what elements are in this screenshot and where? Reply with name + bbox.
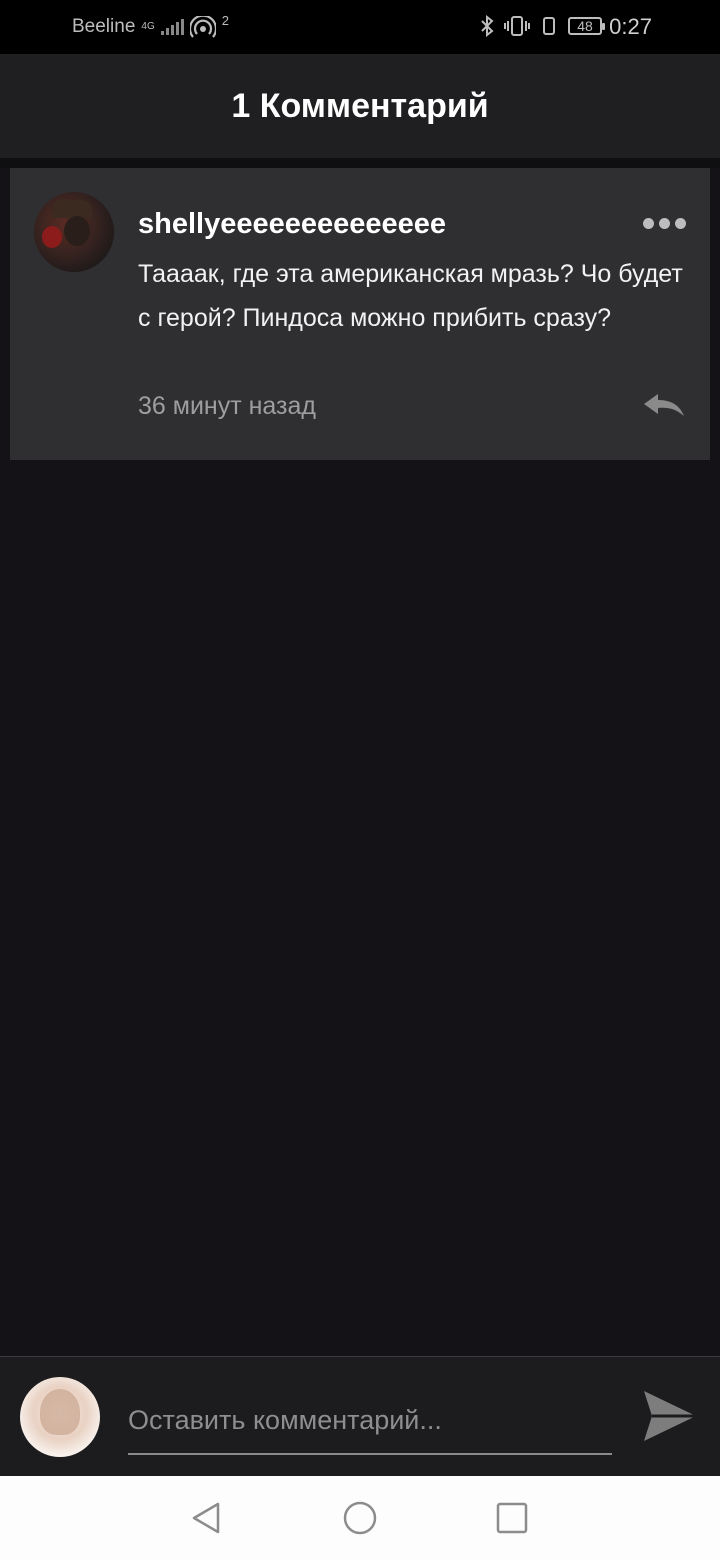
comment-text: Тааaак, где эта американская мразь? Чо б… <box>138 260 683 332</box>
carrier-name: Beeline <box>72 16 136 37</box>
clock: 0:27 <box>609 14 652 39</box>
system-nav-bar <box>0 1476 720 1560</box>
back-triangle-icon[interactable] <box>188 1500 224 1536</box>
user-avatar[interactable] <box>34 192 114 272</box>
comment-card[interactable]: shellyeeeeeeeeeeeeee Тааaак, где эта аме… <box>10 168 710 460</box>
home-circle-icon[interactable] <box>342 1500 378 1536</box>
comment-input[interactable] <box>128 1387 612 1455</box>
signal-icon <box>160 19 184 35</box>
header-divider <box>0 158 720 168</box>
bluetooth-icon <box>481 15 494 37</box>
status-icons: 48 <box>480 15 605 37</box>
page-title: 1 Комментарий <box>231 86 489 125</box>
my-avatar <box>20 1377 100 1457</box>
status-bar: Beeline 4G 2 48 0:27 <box>0 0 720 54</box>
more-dots-icon[interactable] <box>643 218 686 229</box>
recents-square-icon[interactable] <box>494 1500 530 1536</box>
vibrate-icon <box>504 16 530 36</box>
comment-input-bar <box>0 1356 720 1477</box>
comment-username[interactable]: shellyeeeeeeeeeeeeee <box>138 208 446 241</box>
battery-icon: 48 <box>568 17 605 35</box>
vibrate-alt-icon <box>543 17 555 35</box>
hotspot-count: 2 <box>221 12 229 28</box>
reply-icon[interactable] <box>642 392 686 418</box>
comment-timestamp: 36 минут назад <box>138 392 316 420</box>
hotspot-icon <box>189 16 216 38</box>
status-left: Beeline 4G 2 <box>72 12 229 38</box>
send-icon[interactable] <box>642 1389 698 1443</box>
comments-header: 1 Комментарий <box>0 54 720 158</box>
network-type: 4G <box>141 21 155 32</box>
